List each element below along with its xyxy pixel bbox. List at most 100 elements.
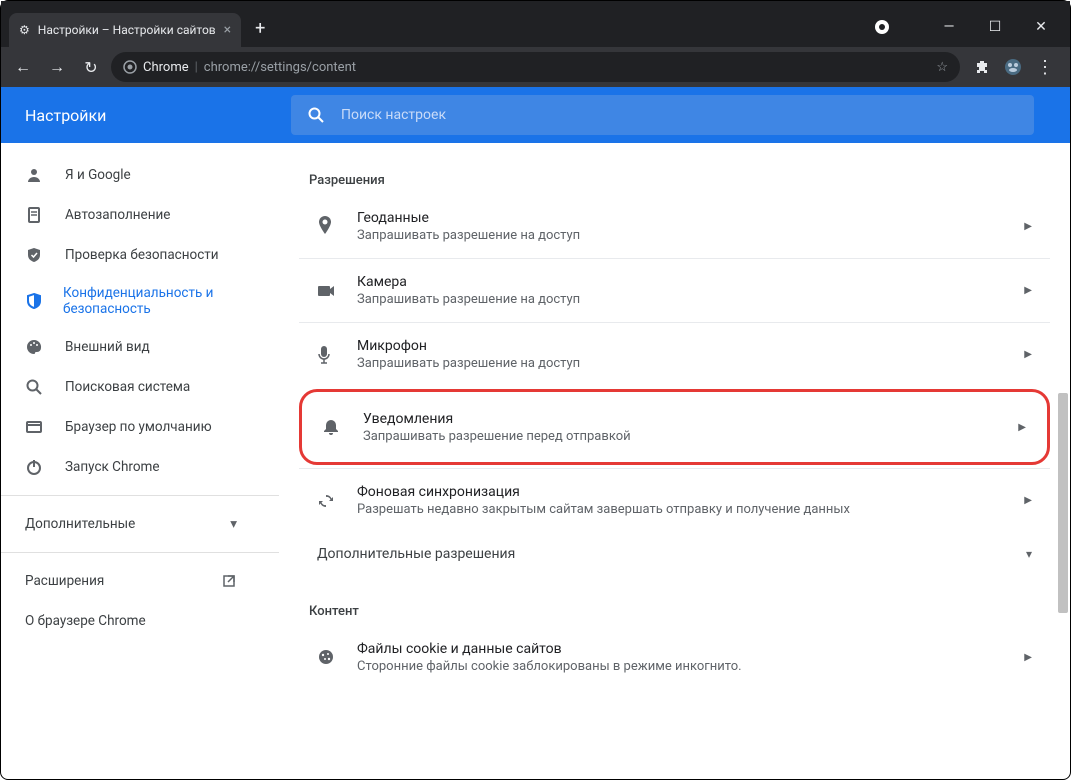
row-subtitle: Сторонние файлы cookie заблокированы в р… bbox=[357, 659, 1004, 674]
sidebar-item-privacy[interactable]: Конфиденциальность и безопасность bbox=[1, 275, 261, 327]
sidebar-advanced[interactable]: Дополнительные ▾ bbox=[1, 504, 261, 544]
sidebar-item-you-and-google[interactable]: Я и Google bbox=[1, 155, 261, 195]
external-link-icon bbox=[221, 573, 237, 589]
toolbar-right: ⋮ bbox=[966, 57, 1062, 78]
chevron-right-icon: ▶ bbox=[1024, 285, 1032, 296]
chevron-right-icon: ▶ bbox=[1024, 349, 1032, 360]
back-button[interactable]: ← bbox=[9, 53, 37, 81]
row-subtitle: Запрашивать разрешение на доступ bbox=[357, 356, 1004, 371]
extension-badge-icon[interactable] bbox=[1004, 58, 1022, 76]
sidebar-about-label: О браузере Chrome bbox=[25, 613, 146, 629]
gear-icon: ⚙ bbox=[19, 23, 30, 37]
sidebar-item-label: Браузер по умолчанию bbox=[65, 419, 212, 435]
settings-title: Настройки bbox=[1, 106, 291, 125]
microphone-icon bbox=[317, 345, 337, 365]
chevron-right-icon: ▶ bbox=[1024, 652, 1032, 663]
camera-icon bbox=[317, 284, 337, 298]
content-title: Контент bbox=[309, 604, 1050, 619]
maximize-button[interactable]: ☐ bbox=[986, 19, 1004, 35]
row-title: Файлы cookie и данные сайтов bbox=[357, 641, 1004, 657]
chevron-right-icon: ▶ bbox=[1024, 221, 1032, 232]
row-title: Фоновая синхронизация bbox=[357, 484, 1004, 500]
settings-main: Разрешения Геоданные Запрашивать разреше… bbox=[279, 143, 1070, 781]
chevron-down-icon: ▾ bbox=[1026, 547, 1032, 561]
cookie-icon bbox=[317, 648, 337, 666]
profile-icon[interactable] bbox=[874, 19, 892, 35]
sidebar-item-label: Проверка безопасности bbox=[65, 247, 219, 263]
location-icon bbox=[317, 216, 337, 236]
palette-icon bbox=[25, 338, 45, 356]
sidebar-advanced-label: Дополнительные bbox=[25, 516, 135, 532]
browser-tab[interactable]: ⚙ Настройки – Настройки сайтов × bbox=[9, 13, 241, 47]
highlighted-row: Уведомления Запрашивать разрешение перед… bbox=[299, 389, 1050, 465]
tab-close-icon[interactable]: × bbox=[224, 22, 231, 38]
forward-button[interactable]: → bbox=[43, 53, 71, 81]
row-cookies[interactable]: Файлы cookie и данные сайтов Сторонние ф… bbox=[299, 625, 1050, 689]
url-scheme: Chrome bbox=[143, 60, 189, 75]
tab-title: Настройки – Настройки сайтов bbox=[38, 23, 216, 37]
minimize-button[interactable]: — bbox=[940, 19, 958, 35]
settings-sidebar: Я и Google Автозаполнение Проверка безоп… bbox=[1, 143, 279, 781]
menu-icon[interactable]: ⋮ bbox=[1036, 57, 1054, 78]
sync-icon bbox=[317, 492, 337, 510]
sidebar-divider bbox=[1, 495, 279, 496]
sidebar-item-label: Конфиденциальность и безопасность bbox=[63, 285, 237, 317]
close-button[interactable]: ✕ bbox=[1032, 19, 1050, 35]
reload-button[interactable]: ↻ bbox=[77, 53, 105, 81]
chrome-icon bbox=[123, 60, 137, 74]
sidebar-item-search-engine[interactable]: Поисковая система bbox=[1, 367, 261, 407]
sidebar-extensions-label: Расширения bbox=[25, 573, 104, 589]
sidebar-extensions[interactable]: Расширения bbox=[1, 561, 261, 601]
scrollbar-thumb[interactable] bbox=[1058, 393, 1068, 613]
row-subtitle: Запрашивать разрешение перед отправкой bbox=[363, 429, 998, 444]
sidebar-item-label: Автозаполнение bbox=[65, 207, 170, 223]
extensions-icon[interactable] bbox=[974, 59, 990, 75]
more-permissions-label: Дополнительные разрешения bbox=[317, 546, 515, 562]
sidebar-item-label: Поисковая система bbox=[65, 379, 190, 395]
permissions-title: Разрешения bbox=[309, 173, 1050, 188]
search-engine-icon bbox=[25, 378, 45, 396]
row-title: Микрофон bbox=[357, 338, 1004, 354]
row-title: Камера bbox=[357, 274, 1004, 290]
window-titlebar: ⚙ Настройки – Настройки сайтов × + — ☐ ✕ bbox=[1, 1, 1070, 47]
row-location[interactable]: Геоданные Запрашивать разрешение на дост… bbox=[299, 194, 1050, 258]
row-notifications[interactable]: Уведомления Запрашивать разрешение перед… bbox=[305, 395, 1044, 459]
settings-search[interactable] bbox=[291, 95, 1034, 135]
autofill-icon bbox=[25, 206, 45, 224]
shield-check-icon bbox=[25, 246, 45, 264]
url-divider: | bbox=[195, 60, 198, 75]
new-tab-button[interactable]: + bbox=[255, 18, 265, 39]
power-icon bbox=[25, 458, 45, 476]
row-camera[interactable]: Камера Запрашивать разрешение на доступ … bbox=[299, 258, 1050, 322]
browser-icon bbox=[25, 418, 45, 436]
sidebar-item-appearance[interactable]: Внешний вид bbox=[1, 327, 261, 367]
sidebar-item-label: Внешний вид bbox=[65, 339, 150, 355]
sidebar-item-default-browser[interactable]: Браузер по умолчанию bbox=[1, 407, 261, 447]
row-background-sync[interactable]: Фоновая синхронизация Разрешать недавно … bbox=[299, 468, 1050, 532]
chevron-right-icon: ▶ bbox=[1018, 422, 1026, 433]
row-title: Геоданные bbox=[357, 210, 1004, 226]
chevron-down-icon: ▾ bbox=[230, 516, 237, 532]
browser-toolbar: ← → ↻ Chrome | chrome://settings/content… bbox=[1, 47, 1070, 87]
sidebar-item-label: Я и Google bbox=[65, 167, 131, 183]
person-icon bbox=[25, 166, 45, 184]
bookmark-star-icon[interactable]: ☆ bbox=[936, 60, 948, 75]
more-permissions[interactable]: Дополнительные разрешения ▾ bbox=[299, 532, 1050, 576]
sidebar-item-startup[interactable]: Запуск Chrome bbox=[1, 447, 261, 487]
sidebar-item-autofill[interactable]: Автозаполнение bbox=[1, 195, 261, 235]
settings-header: Настройки bbox=[1, 87, 1070, 143]
address-bar[interactable]: Chrome | chrome://settings/content ☆ bbox=[111, 52, 960, 82]
privacy-shield-icon bbox=[25, 292, 43, 310]
row-title: Уведомления bbox=[363, 411, 998, 427]
row-subtitle: Запрашивать разрешение на доступ bbox=[357, 228, 1004, 243]
sidebar-divider bbox=[1, 552, 279, 553]
sidebar-about[interactable]: О браузере Chrome bbox=[1, 601, 261, 641]
window-controls: — ☐ ✕ bbox=[828, 19, 1062, 47]
row-microphone[interactable]: Микрофон Запрашивать разрешение на досту… bbox=[299, 322, 1050, 386]
bell-icon bbox=[323, 418, 343, 436]
row-subtitle: Запрашивать разрешение на доступ bbox=[357, 292, 1004, 307]
url-path: chrome://settings/content bbox=[204, 60, 356, 75]
search-input[interactable] bbox=[341, 107, 1018, 123]
search-icon bbox=[307, 106, 325, 124]
sidebar-item-safety[interactable]: Проверка безопасности bbox=[1, 235, 261, 275]
